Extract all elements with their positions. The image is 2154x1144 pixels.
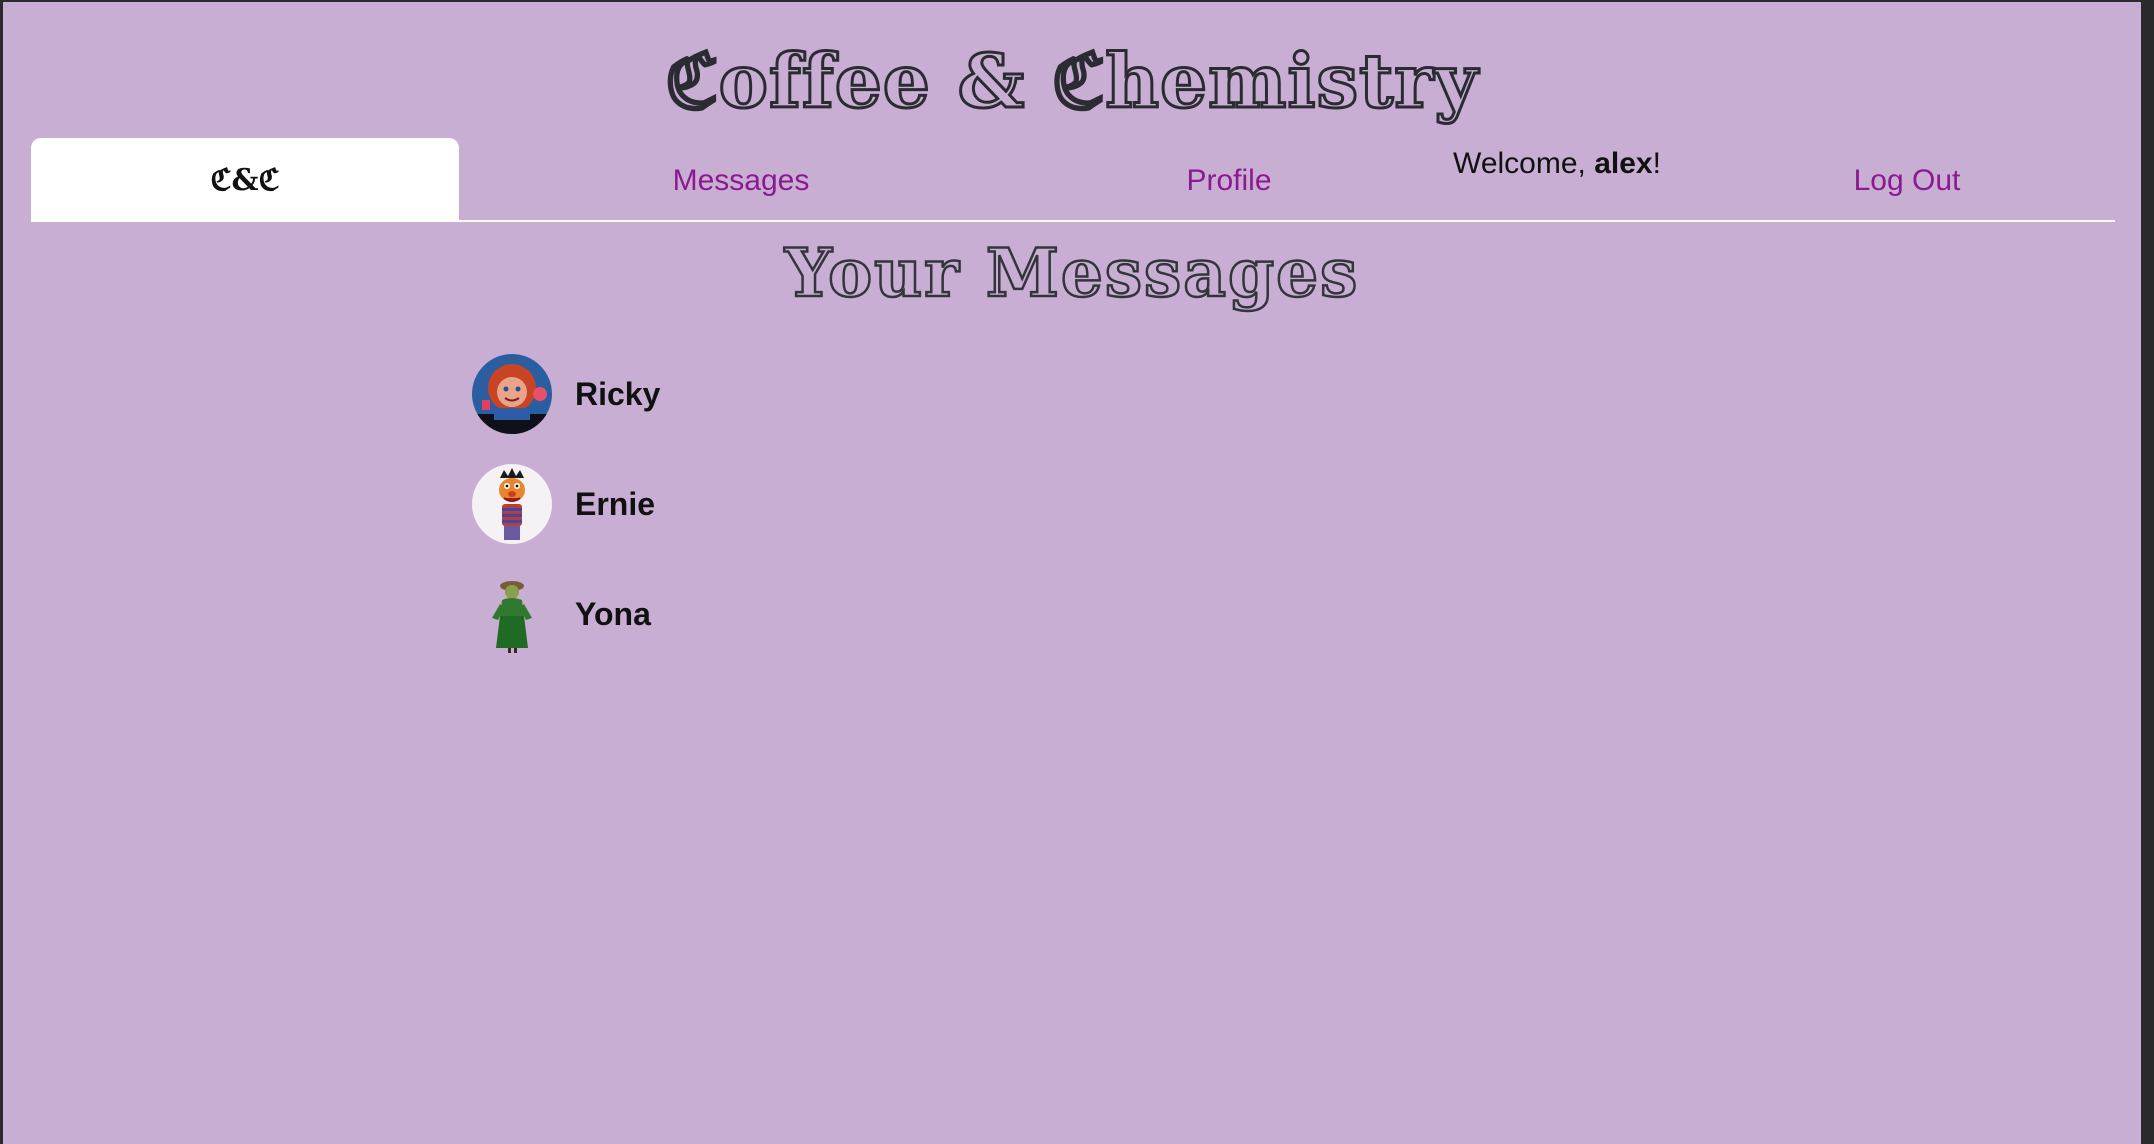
welcome-username: alex [1594,147,1653,180]
conversation-name: Ernie [575,486,656,522]
welcome-prefix: Welcome, [1453,147,1595,180]
nav-profile-link[interactable]: Profile [1023,138,1435,220]
conversation-name: Yona [575,596,651,632]
conversation-item[interactable]: Ricky [472,354,972,438]
nav-home-tab[interactable]: ℭ&ℭ [31,138,459,220]
conversation-name: Ricky [575,376,661,412]
nav-logout-link[interactable]: Log Out [1775,138,2039,220]
site-title: ℭoffee & ℭhemistry [664,38,1479,127]
page: ℭoffee & ℭhemistry ℭ&ℭ Messages Profile … [3,2,2141,1144]
main-nav: ℭ&ℭ Messages Profile Welcome, alex! Log … [31,138,2115,222]
ernie-puppet-avatar [472,464,552,544]
chucky-doll-avatar [472,354,552,434]
green-dress-figure-avatar [472,574,552,654]
welcome-message: Welcome, alex! [1407,138,1707,188]
conversation-item[interactable]: Yona [472,574,972,658]
nav-messages-link[interactable]: Messages [459,138,1023,220]
conversation-item[interactable]: Ernie [472,464,972,548]
messages-heading: Your Messages [783,233,1360,314]
window-edge [2141,0,2154,1144]
welcome-suffix: ! [1652,147,1661,180]
